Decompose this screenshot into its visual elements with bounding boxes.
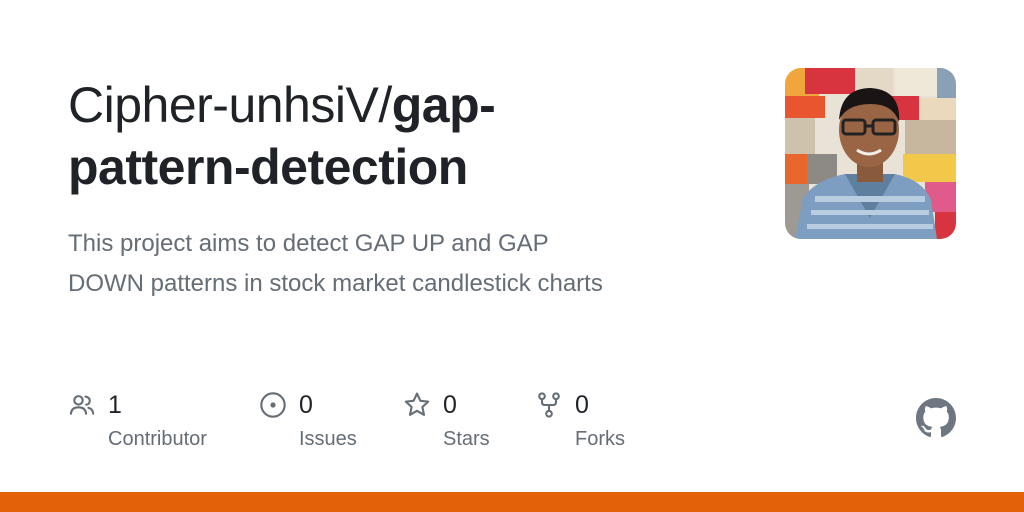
issue-icon bbox=[260, 392, 286, 418]
owner-avatar[interactable] bbox=[785, 68, 956, 239]
star-icon bbox=[404, 392, 430, 416]
stat-label: Contributor bbox=[108, 428, 207, 450]
social-preview-card: Cipher-unhsiV/gap- pattern-detection Thi… bbox=[0, 0, 1024, 512]
repo-description: This project aims to detect GAP UP and G… bbox=[68, 224, 748, 304]
description-line-2: DOWN patterns in stock market candlestic… bbox=[68, 270, 603, 297]
stat-label: Stars bbox=[443, 428, 490, 450]
stat-label: Forks bbox=[575, 428, 625, 450]
fork-icon bbox=[538, 392, 560, 418]
stat-count: 0 bbox=[443, 391, 457, 419]
language-color-bar bbox=[0, 492, 1024, 512]
description-line-1: This project aims to detect GAP UP and G… bbox=[68, 230, 549, 257]
repo-owner[interactable]: Cipher-unhsiV/ bbox=[68, 77, 392, 133]
github-logo-icon[interactable] bbox=[916, 398, 956, 438]
avatar-photo bbox=[785, 68, 956, 239]
repo-name-part-2[interactable]: pattern-detection bbox=[68, 139, 468, 195]
people-icon bbox=[69, 395, 95, 415]
repo-title[interactable]: Cipher-unhsiV/gap- pattern-detection bbox=[68, 74, 708, 198]
stat-count: 1 bbox=[108, 391, 122, 419]
stat-label: Issues bbox=[299, 428, 357, 450]
repo-name-part-1[interactable]: gap- bbox=[392, 77, 496, 133]
stat-count: 0 bbox=[575, 391, 589, 419]
repo-stats: 1 Contributor 0 Issues 0 Stars 0 Forks bbox=[0, 385, 1024, 465]
stat-count: 0 bbox=[299, 391, 313, 419]
